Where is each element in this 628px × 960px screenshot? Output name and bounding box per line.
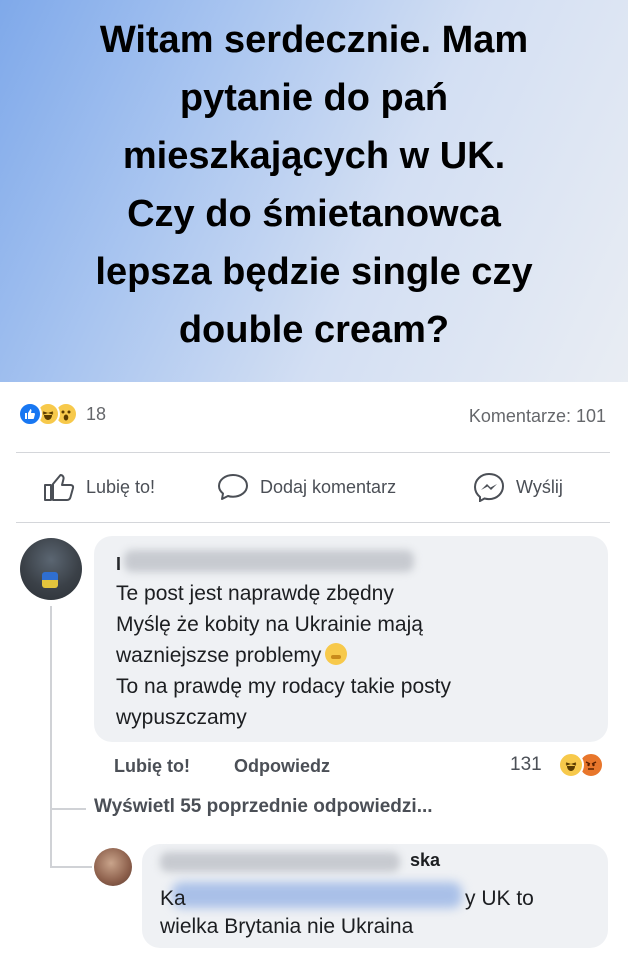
comment-author-fragment: I (116, 554, 122, 574)
comment-text: Te post jest naprawdę zbędny Myślę że ko… (116, 582, 451, 729)
blurred-mention (172, 882, 462, 908)
comment-reaction-count[interactable]: 131 (510, 754, 542, 776)
comment-reply-link[interactable]: Odpowiedz (234, 756, 330, 777)
like-button-label: Lubię to! (86, 476, 156, 497)
comment-like-link[interactable]: Lubię to! (114, 756, 190, 777)
reply-text-fragment: Ka (160, 887, 186, 910)
reactions-summary[interactable]: 18 (18, 402, 106, 426)
post-stats-row: 18 Komentarze: 101 (0, 396, 628, 436)
haha-icon (558, 752, 584, 778)
reply-text: wielka Brytania nie Ukraina (160, 915, 414, 938)
divider (16, 522, 610, 523)
comment-meta-row: Lubię to! Odpowiedz 131 (0, 752, 628, 782)
reply-author-fragment: ska (410, 850, 441, 870)
thinking-emoji-icon (325, 643, 348, 665)
send-label: Wyślij (516, 476, 563, 497)
like-button[interactable]: Lubię to! (42, 472, 155, 502)
reactions-count: 18 (86, 403, 107, 424)
divider (16, 452, 610, 453)
thumbs-up-icon (44, 474, 75, 501)
thread-line (50, 808, 86, 810)
blurred-author-name (124, 550, 414, 572)
thread-line (50, 866, 92, 868)
like-icon (18, 402, 42, 426)
view-previous-replies-link[interactable]: Wyświetl 55 poprzednie odpowiedzi... (94, 796, 433, 818)
post-text: Witam serdecznie. Mam pytanie do pań mie… (95, 19, 533, 351)
comment-bubble-icon (218, 474, 248, 500)
reply-text-fragment: y UK to (465, 887, 534, 910)
comments-count-link[interactable]: Komentarze: 101 (469, 406, 606, 427)
reply-avatar[interactable] (94, 848, 132, 886)
blurred-author-name (160, 852, 400, 872)
post-background-banner: Witam serdecznie. Mam pytanie do pań mie… (0, 0, 628, 382)
add-comment-button[interactable]: Dodaj komentarz (216, 472, 396, 502)
thread-line (50, 606, 52, 868)
add-comment-label: Dodaj komentarz (260, 476, 397, 497)
commenter-avatar[interactable] (20, 538, 82, 600)
send-button[interactable]: Wyślij (472, 472, 563, 502)
post-actions-bar: Lubię to! Dodaj komentarz Wyślij (0, 466, 628, 512)
messenger-icon (473, 472, 505, 502)
comment-reactions[interactable] (558, 752, 604, 778)
